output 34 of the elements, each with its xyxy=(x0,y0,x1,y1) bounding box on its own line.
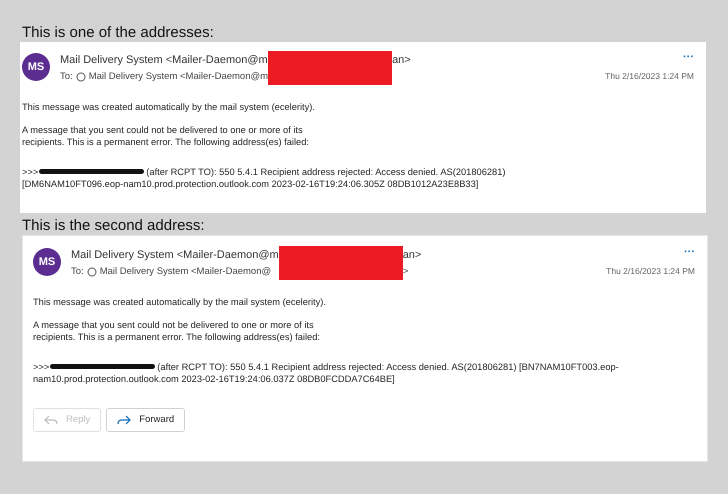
date-text: Thu 2/16/2023 1:24 PM xyxy=(606,266,695,276)
forward-arrow-icon xyxy=(117,414,132,424)
to-label: To: xyxy=(60,71,73,82)
sender-name: Mail Delivery System <Mailer-Daemon@m xyxy=(71,248,279,260)
sender-name: Mail Delivery System <Mailer-Daemon@m xyxy=(60,54,268,66)
message-text: A message that you sent could not be delivered to one or more of its xyxy=(22,124,303,136)
avatar: MS xyxy=(33,248,61,276)
date-text: Thu 2/16/2023 1:24 PM xyxy=(605,71,694,81)
reply-arrow-icon xyxy=(44,414,58,424)
presence-icon xyxy=(76,72,86,82)
error-text: nam10.prod.protection.outlook.com 2023-02-16T19:24:06.037Z 08DB0FCDDA7C64BE] xyxy=(33,373,395,386)
quote-marker: >>> xyxy=(33,360,50,373)
sender-address-end: an> xyxy=(402,248,422,260)
message-text: This message was created automatically by the mail system (ecelerity). xyxy=(22,101,315,114)
recipient-address-end: > xyxy=(402,266,410,277)
error-text: (after RCPT TO): 550 5.4.1 Recipient address rejected: Access denied. AS(201806281) [BN7NAM10FT003.eop- xyxy=(157,360,619,373)
sender-address-end: an> xyxy=(392,54,411,66)
forward-button[interactable]: Forward xyxy=(106,408,186,432)
more-options-button[interactable]: ··· xyxy=(683,51,694,63)
recipient-name: Mail Delivery System <Mailer-Daemon@m xyxy=(88,71,268,82)
avatar: MS xyxy=(22,53,50,81)
more-options-button[interactable]: ··· xyxy=(684,246,695,258)
message-text: recipients. This is a permanent error. The following address(es) failed: xyxy=(22,136,309,148)
caption-text: This is the second address: xyxy=(22,217,206,235)
error-text: (after RCPT TO): 550 5.4.1 Recipient address rejected: Access denied. AS(201806281) xyxy=(146,166,506,178)
caption-text: This is one of the addresses: xyxy=(22,24,215,42)
recipient-name: Mail Delivery System <Mailer-Daemon@ xyxy=(100,266,272,277)
message-text: A message that you sent could not be delivered to one or more of its xyxy=(33,318,314,331)
to-label: To: xyxy=(71,266,84,277)
presence-icon xyxy=(86,266,97,276)
quote-marker: >>> xyxy=(22,166,38,178)
message-text: recipients. This is a permanent error. The following address(es) failed: xyxy=(33,331,320,344)
error-text: [DM6NAM10FT096.eop-nam10.prod.protection.outlook.com 2023-02-16T19:24:06.305Z 08DB1012A23E8B33] xyxy=(22,178,478,190)
message-text: This message was created automatically by the mail system (ecelerity). xyxy=(33,296,326,308)
